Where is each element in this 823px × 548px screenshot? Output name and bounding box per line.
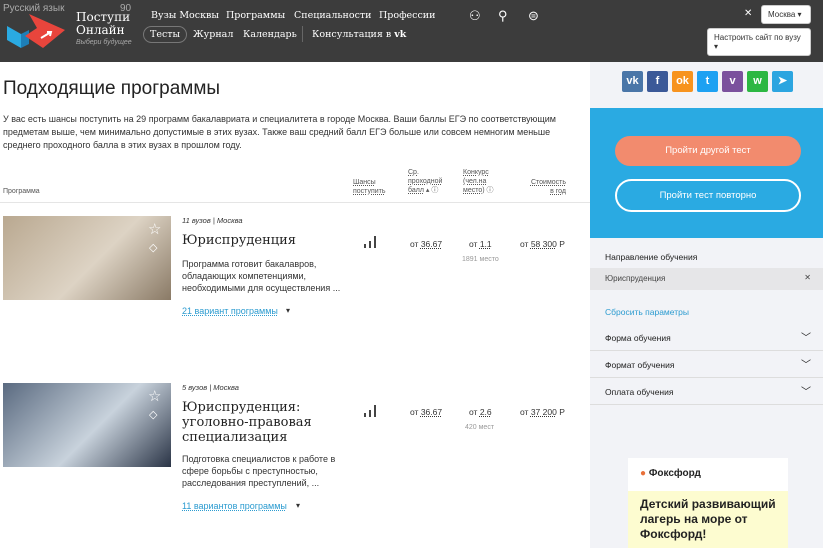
nav-specialties[interactable]: Специальности [294,10,372,21]
ad-brand: ● Фоксфорд [640,468,701,479]
telegram-share-icon[interactable]: ➤ [772,71,793,92]
star-icon[interactable]: ☆ [148,387,161,405]
program-desc: Программа готовит бакалавров, обладающих… [182,259,341,293]
competition-value: от 2.6 [469,407,492,417]
filter-payment[interactable]: Оплата обучения ﹀ [590,378,823,405]
cost-value: от 58 300 Р [520,239,565,249]
filter-format[interactable]: Формат обучения ﹀ [590,351,823,378]
header: Русский язык 90 Поступи Онлайн Выбери буд… [0,0,823,62]
nav-programs[interactable]: Программы [226,10,285,21]
col-competition[interactable]: Конкурс (чел.на место) ⓘ [463,168,494,195]
close-icon[interactable]: ✕ [744,8,752,19]
viber-share-icon[interactable]: v [722,71,743,92]
ok-share-icon[interactable]: ok [672,71,693,92]
logo-icon[interactable] [7,14,65,48]
caret-down-icon[interactable]: ▾ [296,501,300,510]
whatsapp-share-icon[interactable]: w [747,71,768,92]
col-program: Программа [3,188,40,195]
info-icon[interactable]: ⓘ [487,187,494,194]
remove-icon[interactable]: ✕ [804,273,811,282]
program-desc: Подготовка специалистов к работе в сфере… [182,454,336,488]
program-card[interactable]: ☆ ◇ 11 вузов | Москва Юриспруденция Прог… [0,216,590,376]
filter-form[interactable]: Форма обучения ﹀ [590,324,823,351]
repeat-test-button[interactable]: Пройти тест повторно [615,179,801,212]
fox-logo-icon: ● [640,468,647,479]
test-actions: Пройти другой тест Пройти тест повторно [590,108,823,238]
nav-journal[interactable]: Журнал [193,29,233,40]
twitter-share-icon[interactable]: t [697,71,718,92]
graduation-cap-icon[interactable]: ◇ [149,241,157,254]
chevron-down-icon: ﹀ [801,387,811,398]
place-value: 1891 место [462,256,499,263]
info-icon[interactable]: ⓘ [431,187,438,194]
search-icon[interactable]: ⚲ [498,8,512,23]
program-title[interactable]: Юриспруденция: уголовно-правовая специал… [182,400,352,445]
divider [0,202,590,203]
brand[interactable]: Поступи Онлайн [76,11,130,37]
chances-bars-icon [364,405,376,417]
facebook-share-icon[interactable]: f [647,71,668,92]
nav-universities[interactable]: Вузы Москвы [151,10,219,21]
ad-text: Детский развивающий лагерь на море от Фо… [628,491,788,548]
variants-link[interactable]: 11 вариантов программы [182,501,287,511]
score-value: от 36.67 [410,239,443,249]
nav-consult[interactable]: Консультация в vk [312,29,406,40]
direction-chip: Юриспруденция ✕ [590,268,823,290]
cost-value: от 37 200 Р [520,407,565,417]
program-card[interactable]: ☆ ◇ 5 вузов | Москва Юриспруденция: угол… [0,383,590,543]
vk-share-icon[interactable]: vk [622,71,643,92]
divider [302,26,303,42]
col-score[interactable]: Ср. проходной балл ▴ ⓘ [408,168,442,195]
chances-bars-icon [364,236,376,248]
page-title: Подходящие программы [3,78,221,99]
chevron-down-icon: ﹀ [801,360,811,371]
star-icon[interactable]: ☆ [148,220,161,238]
program-image [3,216,171,300]
nav-professions[interactable]: Профессии [379,10,435,21]
user-icon[interactable]: ⚇ [469,8,483,23]
program-image [3,383,171,467]
foxford-ad[interactable]: ● Фоксфорд Детский развивающий лагерь на… [628,458,788,548]
program-title[interactable]: Юриспруденция [182,233,352,248]
competition-value: от 1.1 [469,239,492,249]
slogan: Выбери будущее [76,39,132,46]
program-search-icon[interactable]: ⊜ [528,8,542,23]
nav-calendar[interactable]: Календарь [243,29,297,40]
nav-tests[interactable]: Тесты [143,26,188,43]
city-select[interactable]: Москва ▾ [761,5,811,24]
variants-link[interactable]: 21 вариант программы [182,306,278,316]
program-meta: 5 вузов | Москва [182,383,239,392]
sidebar: vk f ok t v w ➤ Пройти другой тест Пройт… [590,62,823,548]
direction-label: Направление обучения [605,252,698,262]
place-value: 420 мест [465,424,495,431]
other-test-button[interactable]: Пройти другой тест [615,136,801,166]
col-cost[interactable]: Стоимость в год [528,178,566,196]
reset-link[interactable]: Сбросить параметры [605,307,689,317]
score-value: от 36.67 [410,407,443,417]
vk-icon: vk [394,29,407,40]
chevron-down-icon: ﹀ [801,333,811,344]
program-meta: 11 вузов | Москва [182,216,243,225]
intro-text: У вас есть шансы поступить на 29 програм… [3,114,556,150]
graduation-cap-icon[interactable]: ◇ [149,408,157,421]
col-chances[interactable]: Шансы поступить [353,178,386,196]
caret-down-icon[interactable]: ▾ [286,306,290,315]
lang-label: Русский язык [3,3,65,14]
customize-select[interactable]: Настроить сайт по вузу ▾ [707,28,811,56]
